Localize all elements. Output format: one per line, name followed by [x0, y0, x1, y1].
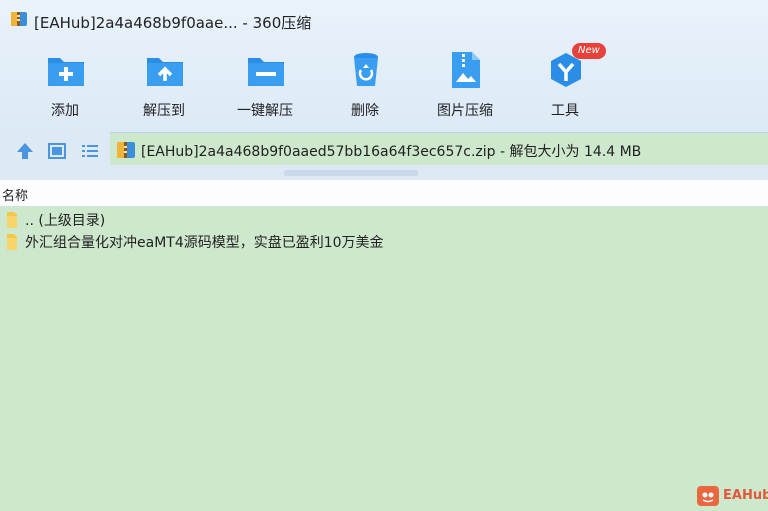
thumbnail-view-icon[interactable]: [47, 141, 67, 165]
panel-splitter[interactable]: [284, 170, 418, 176]
up-arrow-icon[interactable]: [15, 141, 35, 165]
image-compress-icon: [446, 50, 486, 94]
extract-to-button[interactable]: 解压到: [119, 48, 209, 122]
tools-button[interactable]: New 工具: [520, 43, 610, 122]
column-header: 名称: [0, 180, 768, 207]
item-name: 外汇组合量化对冲eaMT4源码模型，实盘已盈利10万美金: [25, 235, 384, 251]
tools-label: 工具: [551, 103, 579, 119]
delete-icon: [346, 50, 386, 94]
list-view-icon[interactable]: [80, 141, 100, 165]
folder-icon: [5, 233, 19, 255]
delete-label: 删除: [351, 103, 379, 119]
list-item[interactable]: 外汇组合量化对冲eaMT4源码模型，实盘已盈利10万美金: [0, 230, 768, 252]
zip-file-icon: [116, 140, 136, 164]
new-badge: New: [572, 43, 606, 59]
title-bar: [EAHub]2a4a468b9f0aae... - 360压缩: [0, 0, 768, 44]
add-icon: [46, 50, 86, 94]
item-name: .. (上级目录): [25, 213, 106, 229]
add-label: 添加: [51, 103, 79, 119]
eahub-logo-icon: [697, 486, 719, 510]
extract-to-label: 解压到: [143, 103, 185, 119]
list-item[interactable]: .. (上级目录): [0, 208, 768, 230]
archive-app-icon: [10, 10, 28, 32]
watermark-text: EAHub: [723, 488, 768, 503]
name-column-header[interactable]: 名称: [2, 185, 28, 204]
image-compress-label: 图片压缩: [437, 103, 493, 119]
one-click-extract-icon: [246, 50, 286, 94]
archive-path-text: [EAHub]2a4a468b9f0aaed57bb16a64f3ec657c.…: [141, 144, 642, 160]
image-compress-button[interactable]: 图片压缩: [420, 48, 510, 122]
extract-to-icon: [145, 50, 185, 94]
window-title: [EAHub]2a4a468b9f0aae... - 360压缩: [34, 14, 312, 32]
path-field[interactable]: [EAHub]2a4a468b9f0aaed57bb16a64f3ec657c.…: [110, 132, 768, 165]
one-click-extract-button[interactable]: 一键解压: [220, 48, 310, 122]
address-bar: [EAHub]2a4a468b9f0aaed57bb16a64f3ec657c.…: [0, 126, 768, 180]
add-button[interactable]: 添加: [20, 48, 110, 122]
one-click-extract-label: 一键解压: [237, 103, 293, 119]
eahub-watermark: EAHub: [697, 486, 768, 510]
main-toolbar: 添加 解压到 一键解压 删除 图片压缩 New 工具: [0, 43, 768, 126]
delete-button[interactable]: 删除: [320, 48, 410, 122]
